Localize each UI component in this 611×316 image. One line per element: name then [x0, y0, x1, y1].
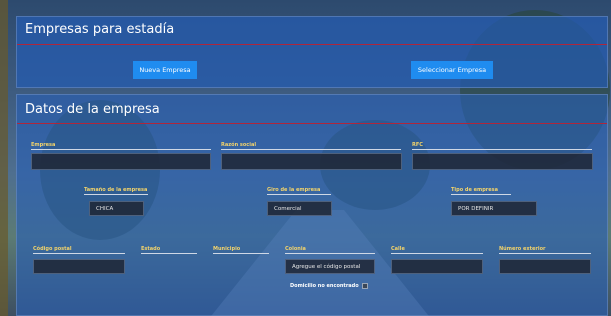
giro-empresa-select[interactable]: Comercial — [267, 201, 332, 216]
empresa-label: Empresa — [31, 142, 211, 150]
rfc-input[interactable] — [412, 153, 593, 170]
nueva-empresa-button[interactable]: Nueva Empresa — [133, 61, 197, 79]
municipio-label: Municipio — [213, 246, 269, 254]
domicilio-status: Domicilio no encontrado — [290, 283, 368, 289]
domicilio-checkbox[interactable] — [361, 283, 368, 289]
calle-label: Calle — [391, 246, 483, 254]
title-divider — [17, 123, 607, 124]
colonia-label: Colonia — [285, 246, 375, 254]
seleccionar-empresa-button[interactable]: Seleccionar Empresa — [411, 61, 493, 79]
estado-label: Estado — [141, 246, 197, 254]
numero-exterior-label: Número exterior — [499, 246, 591, 254]
numero-exterior-input[interactable] — [499, 259, 591, 274]
razon-social-input[interactable] — [221, 153, 402, 170]
empresa-input[interactable] — [31, 153, 211, 170]
title-divider — [17, 44, 607, 45]
left-edge-bar — [0, 0, 8, 316]
razon-social-label: Razón social — [221, 142, 401, 150]
codigo-postal-input[interactable] — [33, 259, 125, 274]
datos-empresa-panel: Datos de la empresa Empresa Razón social… — [16, 94, 608, 316]
calle-input[interactable] — [391, 259, 483, 274]
tamano-empresa-select[interactable]: CHICA — [89, 201, 144, 216]
colonia-select[interactable]: Agregue el código postal — [285, 259, 375, 274]
domicilio-status-text: Domicilio no encontrado — [290, 283, 359, 289]
panel-title: Empresas para estadía — [25, 22, 175, 37]
panel-title: Datos de la empresa — [25, 102, 160, 117]
codigo-postal-label: Código postal — [33, 246, 125, 254]
tamano-empresa-label: Tamaño de la empresa — [84, 187, 148, 195]
tipo-empresa-label: Tipo de empresa — [451, 187, 511, 195]
giro-empresa-label: Giro de la empresa — [267, 187, 331, 195]
empresas-estadia-panel: Empresas para estadía Nueva Empresa Sele… — [16, 16, 608, 88]
tipo-empresa-select[interactable]: POR DEFINIR — [451, 201, 537, 216]
rfc-label: RFC — [412, 142, 592, 150]
